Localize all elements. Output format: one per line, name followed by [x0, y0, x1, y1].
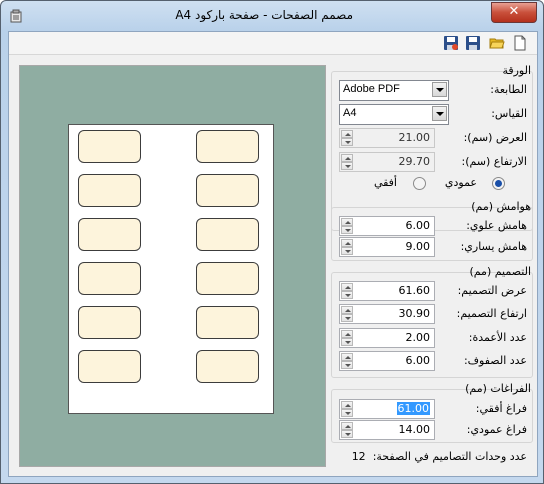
paper-height-value: 29.70: [398, 155, 431, 168]
printer-label: الطابعة:: [490, 83, 527, 96]
spin-up-icon[interactable]: [341, 283, 353, 291]
design-height-label: ارتفاع التصميم:: [456, 307, 527, 320]
label-cell: [196, 350, 259, 383]
paper-group-title: الورقة: [502, 64, 531, 77]
spin-down-icon[interactable]: [341, 247, 353, 255]
columns-label: عدد الأعمدة:: [468, 331, 527, 344]
title-bar[interactable]: مصمم الصفحات - صفحة باركود A4 ✕: [1, 1, 543, 31]
design-width-value[interactable]: 61.60: [399, 284, 431, 297]
top-margin-label: هامش علوي:: [466, 219, 527, 232]
app-icon: [10, 9, 22, 23]
vertical-gap-spinner[interactable]: 14.00: [339, 420, 435, 440]
label-cell: [196, 262, 259, 295]
left-margin-value[interactable]: 9.00: [406, 240, 431, 253]
spin-up-icon[interactable]: [341, 330, 353, 338]
top-margin-spinner[interactable]: 6.00: [339, 216, 435, 236]
page-preview: [19, 65, 326, 467]
horizontal-gap-label: فراغ أفقي:: [475, 402, 527, 415]
chevron-down-icon[interactable]: [432, 82, 447, 97]
save-icon[interactable]: [465, 35, 481, 51]
rows-label: عدد الصفوف:: [463, 354, 527, 367]
label-cell: [78, 306, 141, 339]
spin-down-icon[interactable]: [341, 430, 353, 438]
landscape-label[interactable]: أفقي: [374, 176, 397, 189]
columns-spinner[interactable]: 2.00: [339, 328, 435, 348]
portrait-radio[interactable]: [492, 177, 505, 190]
rows-spinner[interactable]: 6.00: [339, 351, 435, 371]
spin-up-icon[interactable]: [341, 239, 353, 247]
paper-width-label: العرض (سم):: [463, 131, 527, 144]
spin-down-icon[interactable]: [341, 226, 353, 234]
spin-down-icon[interactable]: [341, 409, 353, 417]
portrait-label[interactable]: عمودي: [445, 176, 477, 189]
spin-up-icon[interactable]: [341, 401, 353, 409]
chevron-down-icon[interactable]: [432, 106, 447, 121]
label-cell: [78, 218, 141, 251]
spin-down-icon: [341, 138, 353, 146]
paper-width-value: 21.00: [398, 131, 431, 144]
label-cell: [78, 262, 141, 295]
vertical-gap-label: فراغ عمودي:: [466, 423, 527, 436]
units-per-page: عدد وحدات التصاميم في الصفحة: 12: [352, 450, 527, 463]
spin-up-icon[interactable]: [341, 422, 353, 430]
label-cell: [196, 218, 259, 251]
label-cell: [196, 306, 259, 339]
spin-up-icon: [341, 154, 353, 162]
printer-value: Adobe PDF: [343, 83, 400, 95]
label-cell: [78, 130, 141, 163]
design-group-title: التصميم (مم): [469, 265, 531, 278]
spin-up-icon[interactable]: [341, 306, 353, 314]
spacing-group-title: الفراغات (مم): [465, 382, 531, 395]
design-height-value[interactable]: 30.90: [399, 307, 431, 320]
window-title: مصمم الصفحات - صفحة باركود A4: [175, 8, 353, 22]
design-height-spinner[interactable]: 30.90: [339, 304, 435, 324]
units-per-page-value: 12: [351, 450, 366, 463]
left-margin-label: هامش يساري:: [460, 240, 527, 253]
units-per-page-label: عدد وحدات التصاميم في الصفحة:: [372, 450, 527, 463]
spin-up-icon[interactable]: [341, 353, 353, 361]
spin-down-icon: [341, 162, 353, 170]
close-button[interactable]: ✕: [491, 2, 537, 23]
label-cell: [196, 130, 259, 163]
rows-value[interactable]: 6.00: [406, 354, 431, 367]
client-area: الورقة الطابعة: Adobe PDF القياس: A4 الع…: [8, 31, 538, 477]
spin-down-icon[interactable]: [341, 361, 353, 369]
landscape-radio[interactable]: [413, 177, 426, 190]
label-cell: [196, 174, 259, 207]
columns-value[interactable]: 2.00: [406, 331, 431, 344]
open-folder-icon[interactable]: [489, 35, 505, 51]
spin-down-icon[interactable]: [341, 291, 353, 299]
close-icon: ✕: [508, 4, 520, 19]
left-margin-spinner[interactable]: 9.00: [339, 237, 435, 257]
horizontal-gap-value[interactable]: 61.00: [396, 402, 430, 415]
spin-up-icon[interactable]: [341, 218, 353, 226]
label-cell: [78, 350, 141, 383]
toolbar: [9, 32, 537, 55]
top-margin-value[interactable]: 6.00: [406, 219, 431, 232]
size-select[interactable]: A4: [339, 104, 449, 125]
size-value: A4: [343, 107, 357, 119]
spin-down-icon[interactable]: [341, 338, 353, 346]
paper-width-spinner: 21.00: [339, 128, 435, 148]
paper-height-label: الارتفاع (سم):: [461, 155, 527, 168]
label-cell: [78, 174, 141, 207]
vertical-gap-value[interactable]: 14.00: [399, 423, 431, 436]
save-as-icon[interactable]: [443, 35, 459, 51]
design-width-spinner[interactable]: 61.60: [339, 281, 435, 301]
size-label: القياس:: [491, 107, 527, 120]
spin-up-icon: [341, 130, 353, 138]
margins-group-title: هوامش (مم): [471, 200, 531, 213]
new-file-icon[interactable]: [512, 35, 528, 51]
printer-select[interactable]: Adobe PDF: [339, 80, 449, 101]
horizontal-gap-spinner[interactable]: 61.00: [339, 399, 435, 419]
paper-height-spinner: 29.70: [339, 152, 435, 172]
spin-down-icon[interactable]: [341, 314, 353, 322]
window: مصمم الصفحات - صفحة باركود A4 ✕ الورقة ا…: [0, 0, 544, 484]
design-width-label: عرض التصميم:: [457, 284, 527, 297]
preview-paper: [68, 124, 274, 414]
